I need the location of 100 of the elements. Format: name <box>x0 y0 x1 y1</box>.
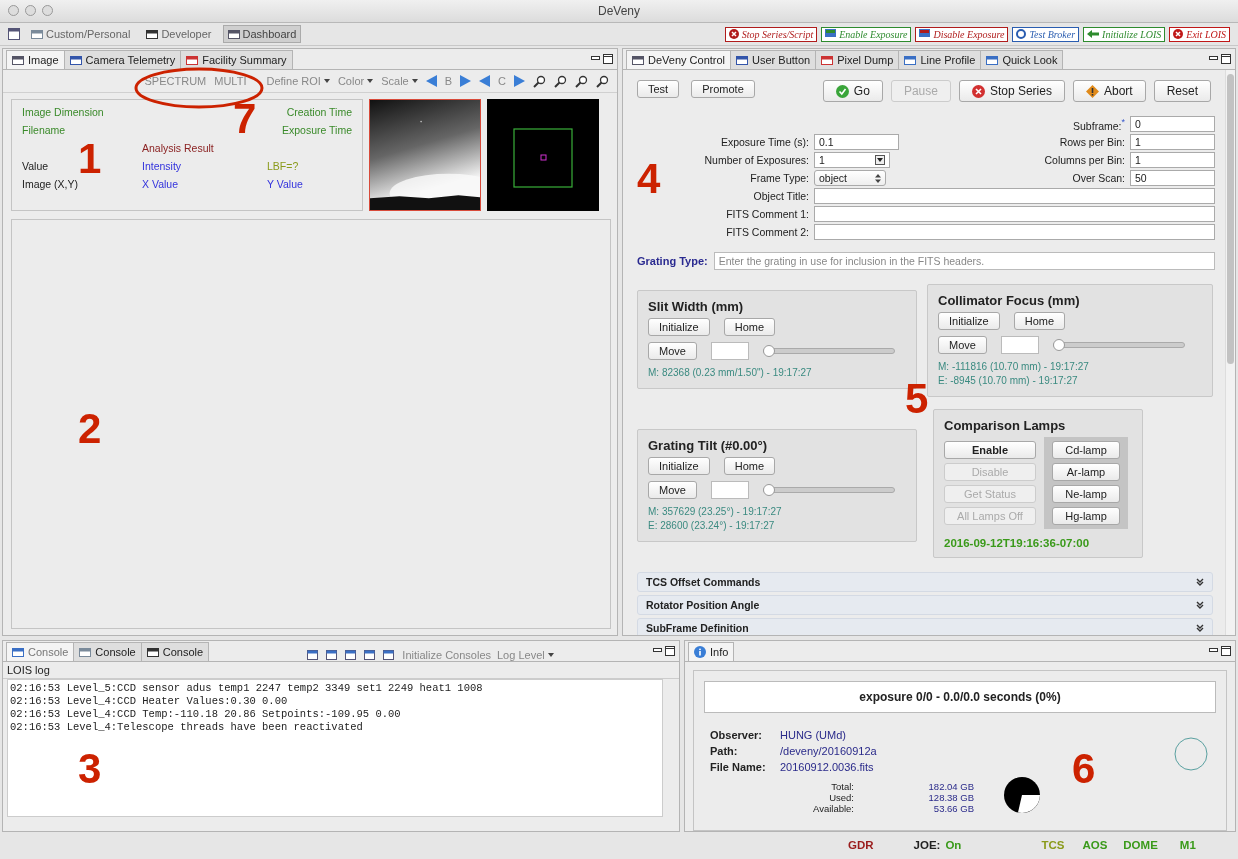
input-field[interactable] <box>814 188 1215 204</box>
action-button[interactable]: Reset <box>1153 80 1211 102</box>
required-mark: * <box>1121 116 1125 127</box>
slider-thumb[interactable] <box>1052 339 1065 351</box>
slider-thumb[interactable] <box>762 345 775 357</box>
arrow-left-icon[interactable] <box>479 75 491 87</box>
disk-label: Used: <box>828 792 854 803</box>
window-title: DeVeny <box>598 4 640 18</box>
stage-button[interactable]: Initialize <box>648 457 710 475</box>
input-field[interactable]: 1 <box>1130 152 1215 168</box>
action-button[interactable]: Abort <box>1072 80 1146 102</box>
detail-label: File Name: <box>710 761 767 773</box>
stepper-label: C <box>498 75 506 87</box>
action-button[interactable]: Stop Series <box>958 80 1065 102</box>
chevron-icon[interactable] <box>1196 578 1204 586</box>
stop-icon <box>971 84 985 98</box>
small-button[interactable]: Promote <box>691 80 755 98</box>
panel-tab[interactable]: Quick Look <box>980 50 1064 69</box>
slider[interactable] <box>762 484 895 496</box>
input-field[interactable]: 50 <box>1130 170 1215 186</box>
panel-tab[interactable]: Image <box>6 50 65 69</box>
action-button[interactable]: Go <box>822 80 883 102</box>
stage-button[interactable]: Initialize <box>648 318 710 336</box>
dropdown-icon[interactable] <box>875 155 885 165</box>
input-field[interactable] <box>814 224 1215 240</box>
command-button[interactable]: Stop Series/Script <box>724 26 818 42</box>
zoom-icon[interactable] <box>554 74 567 88</box>
input-field[interactable]: Enter the grating in use for inclusion in the FITS headers. <box>713 252 1215 270</box>
input-field[interactable]: 0 <box>1130 116 1215 132</box>
disk-usage-pie-icon <box>1004 777 1040 813</box>
stage-button[interactable]: Home <box>1013 312 1066 330</box>
zoom-icon[interactable] <box>533 74 546 88</box>
info-label: Value <box>22 160 49 174</box>
toolbar-icon[interactable] <box>345 649 359 661</box>
stage-button[interactable]: Home <box>723 457 776 475</box>
panel-tab[interactable]: Camera Telemetry <box>63 50 182 69</box>
lamp-control-button[interactable]: Enable <box>944 441 1036 459</box>
slider[interactable] <box>762 345 895 357</box>
perspective-tab[interactable]: Custom/Personal <box>26 25 136 43</box>
chevron-icon[interactable] <box>1196 601 1204 609</box>
chevron-icon[interactable] <box>1196 624 1204 632</box>
zoom-icon[interactable] <box>575 74 588 88</box>
open-perspective-icon[interactable] <box>8 28 20 40</box>
panel-tab[interactable]: Console <box>6 642 75 661</box>
command-button[interactable]: Enable Exposure <box>821 26 912 42</box>
toolbar-icon[interactable] <box>364 649 378 661</box>
input-field[interactable]: 0.1 <box>814 134 899 150</box>
window-controls-icon[interactable] <box>591 54 613 64</box>
lamp-button[interactable]: Ne-lamp <box>1052 485 1120 503</box>
input-field[interactable] <box>814 206 1215 222</box>
stage-button[interactable]: Home <box>723 318 776 336</box>
arrow-left-icon[interactable] <box>425 75 437 87</box>
window-controls-icon[interactable] <box>1209 646 1231 656</box>
move-button[interactable]: Move <box>648 481 697 499</box>
info-label: Image (X,Y) <box>22 178 79 192</box>
command-button[interactable]: Disable Exposure <box>915 26 1009 42</box>
perspective-tab[interactable]: Developer <box>141 25 217 43</box>
collapsible-section[interactable]: Rotator Position Angle <box>637 595 1213 615</box>
dropdown[interactable]: object <box>814 170 886 186</box>
arrow-right-icon[interactable] <box>514 75 525 87</box>
collapsible-section[interactable]: SubFrame Definition <box>637 618 1213 635</box>
position-field[interactable] <box>1000 336 1039 354</box>
stage-button[interactable]: Initialize <box>938 312 1000 330</box>
command-button[interactable]: Test Broker <box>1012 26 1080 42</box>
command-button[interactable]: Initialize LOIS <box>1083 26 1166 42</box>
toolbar-icon[interactable] <box>383 649 397 661</box>
zoom-icon[interactable] <box>596 74 609 88</box>
disk-label: Available: <box>811 803 854 814</box>
panel-tab[interactable]: Facility Summary <box>180 50 293 69</box>
collapsible-section[interactable]: TCS Offset Commands <box>637 572 1213 592</box>
lamp-button[interactable]: Cd-lamp <box>1052 441 1120 459</box>
panel-tab[interactable]: Line Profile <box>898 50 982 69</box>
input-field[interactable]: 1 <box>1130 134 1215 150</box>
slider-thumb[interactable] <box>762 484 775 496</box>
arrow-right-icon[interactable] <box>460 75 472 87</box>
command-button[interactable]: Exit LOIS <box>1169 26 1230 42</box>
panel-tab[interactable]: Info <box>688 642 735 661</box>
tab-icon <box>12 646 24 658</box>
small-button[interactable]: Test <box>637 80 680 98</box>
panel-tab[interactable]: Console <box>73 642 142 661</box>
panel-tab[interactable]: Pixel Dump <box>815 50 900 69</box>
toolbar-icon[interactable] <box>307 649 321 661</box>
updown-icon <box>875 173 881 183</box>
lamp-button[interactable]: Ar-lamp <box>1052 463 1120 481</box>
panel-tab[interactable]: User Button <box>730 50 817 69</box>
move-button[interactable]: Move <box>648 342 697 360</box>
window-controls-icon[interactable] <box>1209 54 1231 64</box>
lamp-button[interactable]: Hg-lamp <box>1052 507 1120 525</box>
toolbar-icon[interactable] <box>326 649 340 661</box>
move-button[interactable]: Move <box>938 336 987 354</box>
perspective-tab[interactable]: Dashboard <box>222 25 302 43</box>
position-field[interactable] <box>710 342 749 360</box>
field-label: Exposure Time (s): <box>719 136 809 148</box>
position-field[interactable] <box>710 481 749 499</box>
combo-box[interactable]: 1 <box>814 152 890 168</box>
window-controls-icon[interactable] <box>653 646 675 656</box>
slider[interactable] <box>1052 339 1185 351</box>
scrollbar[interactable] <box>1225 70 1235 635</box>
panel-tab[interactable]: DeVeny Control <box>626 50 732 69</box>
panel-tab[interactable]: Console <box>140 642 210 661</box>
